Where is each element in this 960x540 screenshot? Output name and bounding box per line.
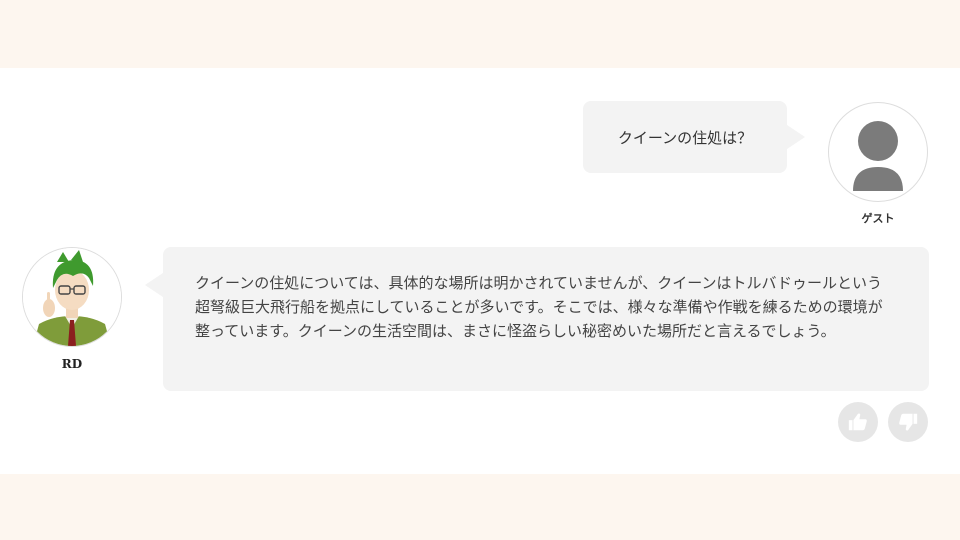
thumbs-up-icon [848, 413, 867, 431]
chat-area: クイーンの住処は？ ゲスト RD クイーンの住処については、具体的な場所は明かさ… [0, 68, 960, 474]
person-silhouette-icon [853, 121, 903, 191]
bot-message-text: クイーンの住処については、具体的な場所は明かされていませんが、クイーンはトルバド… [195, 274, 883, 340]
user-avatar [828, 102, 928, 202]
bottom-band [0, 474, 960, 540]
thumbs-down-icon [899, 413, 918, 431]
user-message-bubble: クイーンの住処は？ [583, 101, 805, 173]
bot-name: RD [61, 357, 83, 371]
user-message-text: クイーンの住処は？ [617, 128, 753, 147]
green-haired-character-avatar [23, 248, 121, 346]
bot-avatar [22, 247, 122, 347]
dislike-button[interactable] [888, 402, 928, 442]
top-band [0, 0, 960, 68]
bot-message-bubble: クイーンの住処については、具体的な場所は明かされていませんが、クイーンはトルバド… [145, 247, 929, 391]
user-name: ゲスト [861, 212, 895, 225]
like-button[interactable] [838, 402, 878, 442]
